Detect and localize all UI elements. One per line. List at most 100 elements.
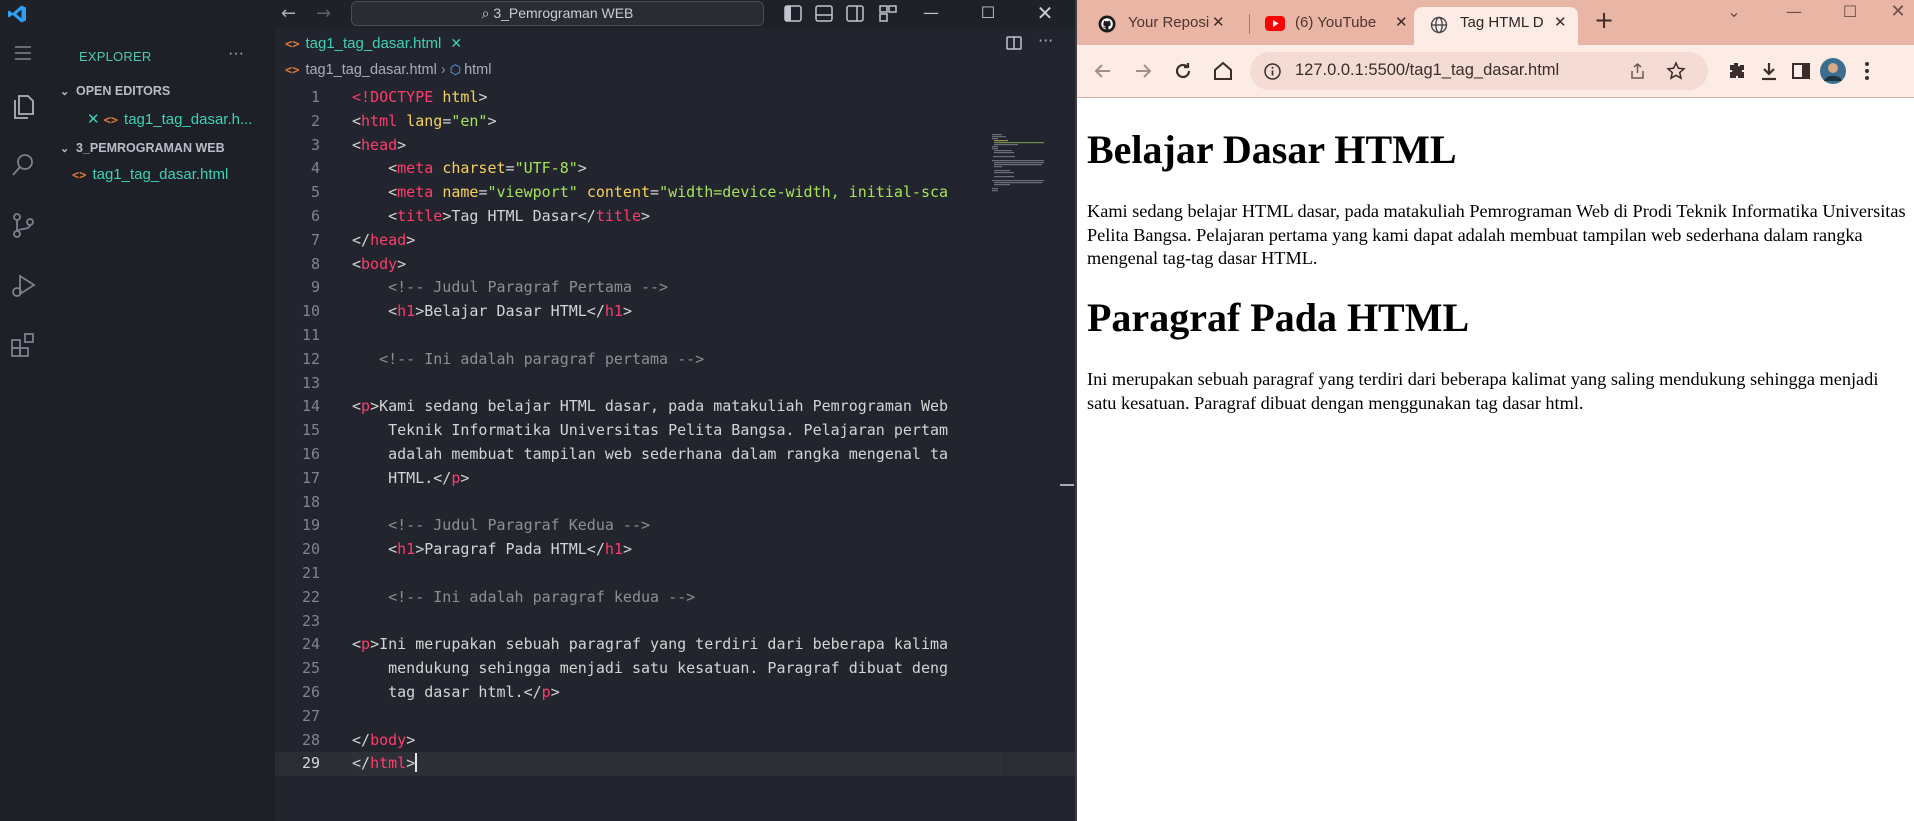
code-text[interactable]: <h1>Paragraf Pada HTML</h1> [352, 538, 1002, 562]
search-icon[interactable] [8, 150, 38, 180]
folder-file-item[interactable]: <> tag1_tag_dasar.html [68, 166, 228, 183]
breadcrumb-symbol[interactable]: html [464, 62, 491, 78]
back-arrow-icon[interactable]: ← [281, 3, 296, 24]
explorer-files-icon[interactable] [8, 90, 38, 120]
profile-avatar[interactable] [1819, 57, 1847, 85]
code-text[interactable]: <!-- Judul Paragraf Kedua --> [352, 514, 1002, 538]
editor-tab-active[interactable]: <> tag1_tag_dasar.html ✕ [275, 28, 471, 58]
close-tab-icon[interactable]: ✕ [1554, 7, 1567, 39]
code-line[interactable]: 12 <!-- Ini adalah paragraf pertama --> [275, 348, 1075, 372]
code-line[interactable]: 9 <!-- Judul Paragraf Pertama --> [275, 276, 1075, 300]
code-text[interactable]: <head> [352, 134, 1002, 158]
code-line[interactable]: 11 [275, 324, 1075, 348]
code-line[interactable]: 23 [275, 610, 1075, 634]
code-text[interactable]: <title>Tag HTML Dasar</title> [352, 205, 1002, 229]
share-icon[interactable] [1628, 62, 1647, 81]
split-editor-icon[interactable] [1006, 35, 1022, 51]
toggle-secondary-sidebar-icon[interactable] [846, 5, 864, 22]
code-text[interactable]: <p>Kami sedang belajar HTML dasar, pada … [352, 395, 1002, 419]
toggle-panel-icon[interactable] [815, 5, 833, 22]
maximize-button[interactable]: ☐ [965, 0, 1011, 28]
folder-section[interactable]: ⌄ 3_PEMROGRAMAN WEB [60, 141, 225, 155]
bookmark-star-icon[interactable] [1666, 61, 1686, 81]
minimize-button[interactable]: — [1771, 0, 1817, 30]
code-text[interactable]: <!-- Judul Paragraf Pertama --> [352, 276, 1002, 300]
code-line[interactable]: 5 <meta name="viewport" content="width=d… [275, 181, 1075, 205]
minimize-button[interactable]: — [908, 0, 954, 28]
code-line[interactable]: 14 <p>Kami sedang belajar HTML dasar, pad… [275, 395, 1075, 419]
breadcrumb-file[interactable]: tag1_tag_dasar.html [305, 62, 436, 78]
run-debug-icon[interactable] [8, 270, 38, 300]
code-line[interactable]: 21 [275, 562, 1075, 586]
open-editors-section[interactable]: ⌄ OPEN EDITORS [60, 84, 170, 98]
code-text[interactable]: adalah membuat tampilan web sederhana da… [352, 443, 1002, 467]
code-text[interactable]: <meta charset="UTF-8"> [352, 157, 1002, 181]
code-line[interactable]: 13 [275, 372, 1075, 396]
code-text[interactable]: <p>Ini merupakan sebuah paragraf yang te… [352, 633, 1002, 657]
toggle-sidebar-icon[interactable] [784, 5, 802, 22]
menu-icon[interactable] [8, 38, 38, 68]
code-line[interactable]: 20 <h1>Paragraf Pada HTML</h1> [275, 538, 1075, 562]
more-menu-icon[interactable] [1855, 59, 1879, 83]
code-text[interactable]: <body> [352, 253, 1002, 277]
site-info-icon[interactable] [1264, 63, 1281, 80]
code-text[interactable]: HTML.</p> [352, 467, 1002, 491]
extensions-puzzle-icon[interactable] [1725, 59, 1749, 83]
code-line[interactable]: 18 [275, 491, 1075, 515]
close-tab-icon[interactable]: ✕ [1395, 7, 1408, 39]
scrollbar-position-marker[interactable] [1060, 484, 1074, 486]
forward-arrow-icon[interactable] [1131, 59, 1155, 83]
forward-arrow-icon[interactable]: → [316, 3, 331, 24]
open-editor-item[interactable]: ✕ <> tag1_tag_dasar.h... [87, 110, 252, 128]
code-text[interactable]: <html lang="en"> [352, 110, 1002, 134]
back-arrow-icon[interactable] [1091, 59, 1115, 83]
code-line[interactable]: 19 <!-- Judul Paragraf Kedua --> [275, 514, 1075, 538]
code-line[interactable]: 22 <!-- Ini adalah paragraf kedua --> [275, 586, 1075, 610]
maximize-button[interactable]: ☐ [1827, 0, 1873, 30]
close-button[interactable]: ✕ [1875, 0, 1914, 30]
close-tab-icon[interactable]: ✕ [1212, 7, 1225, 39]
browser-tab-youtube[interactable]: (6) YouTube ✕ [1265, 7, 1408, 45]
code-text[interactable]: </body> [352, 729, 1002, 753]
side-panel-icon[interactable] [1789, 59, 1813, 83]
extensions-icon[interactable] [8, 330, 38, 360]
more-actions-icon[interactable]: ··· [228, 45, 244, 63]
close-icon[interactable]: ✕ [87, 111, 100, 128]
download-icon[interactable] [1757, 59, 1781, 83]
command-center-search[interactable]: ⌕ 3_Pemrograman WEB [351, 1, 764, 26]
code-line[interactable]: 10 <h1>Belajar Dasar HTML</h1> [275, 300, 1075, 324]
code-text[interactable]: </head> [352, 229, 1002, 253]
code-text[interactable]: <!-- Ini adalah paragraf pertama --> [352, 348, 1002, 372]
code-text[interactable]: </html> [352, 752, 1002, 777]
new-tab-icon[interactable]: + [1594, 6, 1614, 34]
close-button[interactable]: ✕ [1022, 0, 1068, 28]
home-icon[interactable] [1211, 59, 1235, 83]
code-line[interactable]: 29 </html> [275, 752, 1075, 777]
more-actions-icon[interactable]: ··· [1038, 31, 1053, 50]
minimap[interactable] [990, 132, 1050, 192]
code-text[interactable]: <meta name="viewport" content="width=dev… [352, 181, 1002, 205]
code-line[interactable]: 17 HTML.</p> [275, 467, 1075, 491]
code-line[interactable]: 16 adalah membuat tampilan web sederhana… [275, 443, 1075, 467]
code-line[interactable]: 24 <p>Ini merupakan sebuah paragraf yang … [275, 633, 1075, 657]
code-line[interactable]: 4 <meta charset="UTF-8"> [275, 157, 1075, 181]
code-line[interactable]: 6 <title>Tag HTML Dasar</title> [275, 205, 1075, 229]
browser-tab-active[interactable]: Tag HTML D ✕ [1414, 7, 1578, 45]
source-control-icon[interactable] [8, 210, 38, 240]
browser-tab-github[interactable]: Your Reposi ✕ [1098, 7, 1228, 45]
address-bar[interactable]: 127.0.0.1:5500/tag1_tag_dasar.html [1250, 52, 1708, 90]
customize-layout-icon[interactable] [879, 5, 897, 22]
code-line[interactable]: 25 mendukung sehingga menjadi satu kesat… [275, 657, 1075, 681]
close-tab-icon[interactable]: ✕ [450, 35, 462, 51]
code-line[interactable]: 7 </head> [275, 229, 1075, 253]
code-text[interactable]: Teknik Informatika Universitas Pelita Ba… [352, 419, 1002, 443]
code-line[interactable]: 27 [275, 705, 1075, 729]
code-line[interactable]: 1 <!DOCTYPE html> [275, 86, 1075, 110]
code-line[interactable]: 8 <body> [275, 253, 1075, 277]
code-line[interactable]: 2 <html lang="en"> [275, 110, 1075, 134]
code-line[interactable]: 3 <head> [275, 134, 1075, 158]
code-line[interactable]: 15 Teknik Informatika Universitas Pelita… [275, 419, 1075, 443]
code-text[interactable]: <!DOCTYPE html> [352, 86, 1002, 110]
reload-icon[interactable] [1171, 59, 1195, 83]
tab-search-chevron-icon[interactable]: ⌄ [1711, 0, 1757, 30]
